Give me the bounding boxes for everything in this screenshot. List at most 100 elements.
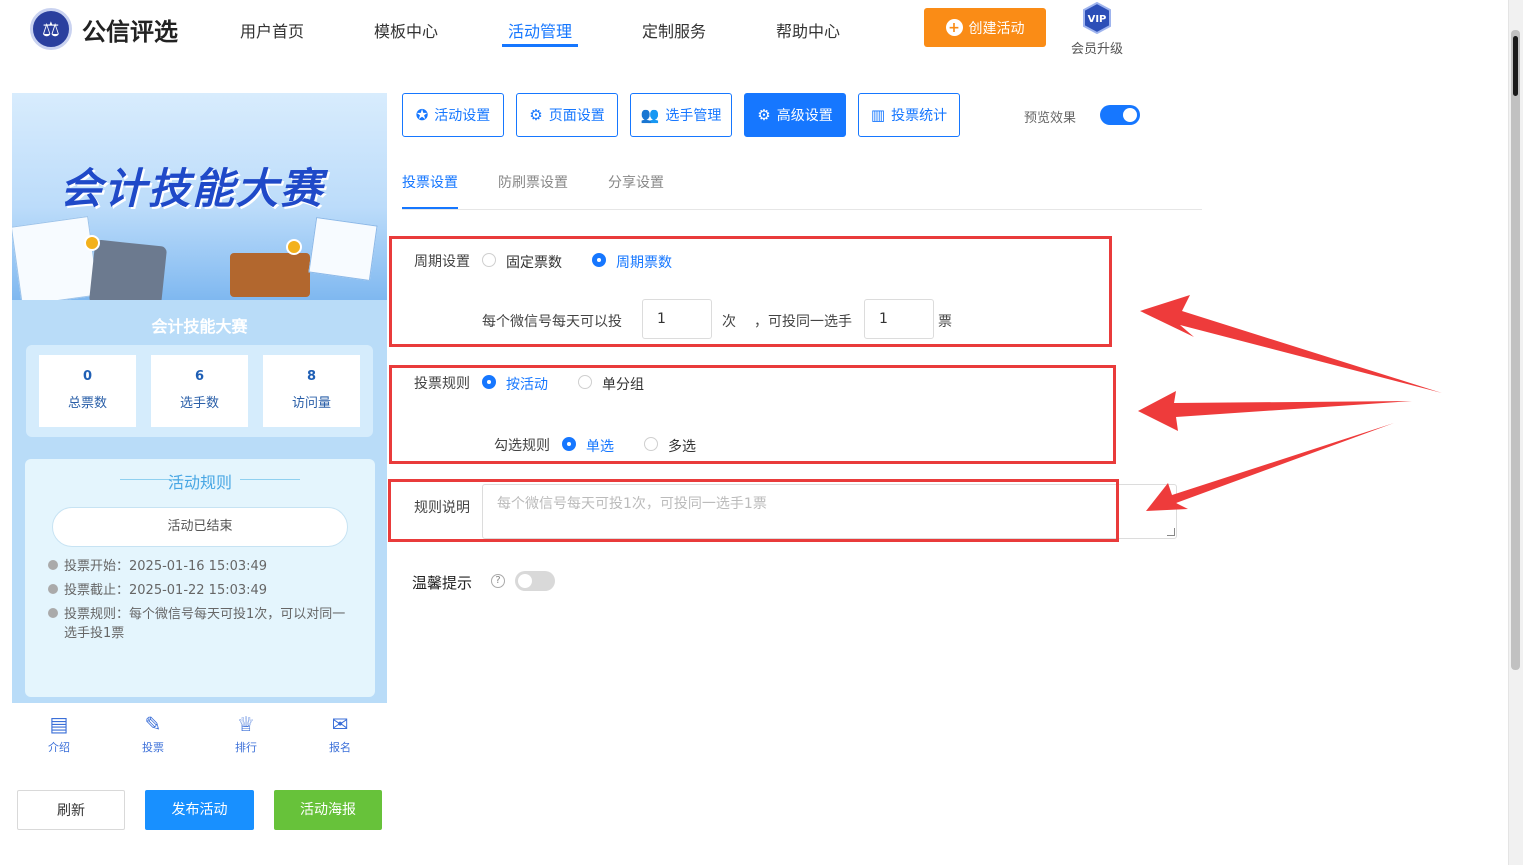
event-name: 会计技能大赛 [151, 317, 248, 336]
coin-illustration [84, 235, 100, 251]
tab-label: 投票 [142, 741, 164, 754]
mobile-preview: 会计技能大赛 会计技能大赛 0 总票数 6 选手数 8 访问量 活动规则 活动已… [12, 93, 387, 703]
rule-text: 投票截止：2025-01-22 15:03:49 [64, 583, 268, 598]
warm-tip-label: 温馨提示 [412, 574, 473, 592]
create-activity-label: 创建活动 [968, 20, 1025, 37]
plus-icon: + [945, 19, 963, 36]
radio-by-activity[interactable] [482, 375, 496, 389]
preview-effect-label: 预览效果 [1024, 111, 1077, 126]
vip-badge-icon[interactable]: VIP [1079, 2, 1115, 34]
stat-value: 0 [82, 369, 93, 384]
vote-rule-label: 投票规则 [414, 376, 470, 392]
nav-item-help-center[interactable]: 帮助中心 [776, 18, 840, 42]
rules-card: 活动规则 活动已结束 投票开始：2025-01-16 15:03:49 投票截止… [25, 459, 375, 697]
stat-total-votes: 0 总票数 [39, 355, 136, 427]
rule-vote-start: 投票开始：2025-01-16 15:03:49 [48, 557, 354, 576]
stat-players: 6 选手数 [151, 355, 248, 427]
tab-ranking[interactable]: ♕ 排行 [226, 713, 266, 755]
divider [240, 479, 300, 480]
help-icon[interactable]: ? [491, 574, 505, 588]
radio-single-group-label[interactable]: 单分组 [602, 374, 644, 394]
nav-item-templates[interactable]: 模板中心 [374, 18, 438, 42]
trophy-icon: ♕ [237, 712, 255, 736]
create-activity-button[interactable]: + 创建活动 [924, 8, 1046, 47]
scales-logo-icon: ⚖ [30, 8, 72, 50]
tool-label: 高级设置 [776, 108, 833, 124]
annotation-box-description [388, 479, 1119, 542]
clock-icon [48, 584, 58, 594]
arrow-icon [1138, 295, 1442, 511]
tab-vote[interactable]: ✎ 投票 [133, 713, 173, 755]
star-icon: ✪ [415, 106, 429, 124]
subtab-divider [402, 209, 1202, 210]
radio-fixed-votes-label[interactable]: 固定票数 [506, 252, 562, 272]
vip-badge-text: VIP [1088, 14, 1107, 25]
stat-visits: 8 访问量 [263, 355, 360, 427]
nav-item-home[interactable]: 用户首页 [240, 18, 304, 42]
radio-single-select-label[interactable]: 单选 [586, 436, 614, 456]
radio-multi-select[interactable] [644, 437, 658, 451]
radio-by-activity-label[interactable]: 按活动 [506, 374, 548, 394]
tab-intro[interactable]: ▤ 介绍 [39, 713, 79, 755]
player-management-button[interactable]: 👥 选手管理 [630, 93, 732, 137]
preview-banner: 会计技能大赛 [12, 93, 387, 300]
tab-label: 排行 [235, 741, 257, 754]
page-settings-button[interactable]: ⚙ 页面设置 [516, 93, 618, 137]
tab-signup[interactable]: ✉ 报名 [320, 713, 360, 755]
brand-logo[interactable]: ⚖ 公信评选 [30, 8, 178, 50]
vote-statistics-button[interactable]: ▥ 投票统计 [858, 93, 960, 137]
bar-chart-icon: ▥ [870, 106, 886, 124]
stat-label: 访问量 [291, 396, 331, 411]
activity-status: 活动已结束 [52, 507, 348, 547]
calculator-illustration [88, 239, 168, 300]
coin-illustration [286, 239, 302, 255]
publish-activity-button[interactable]: 发布活动 [145, 790, 254, 830]
warm-tip-toggle[interactable] [515, 571, 555, 591]
stat-label: 选手数 [179, 396, 219, 411]
banner-title: 会计技能大赛 [60, 164, 325, 213]
refresh-button[interactable]: 刷新 [17, 790, 125, 830]
times-unit: 次 [722, 314, 736, 330]
info-icon [48, 608, 58, 618]
rules-title: 活动规则 [167, 473, 232, 492]
gear-icon: ⚙ [529, 106, 543, 124]
same-player-votes-input[interactable]: 1 [864, 299, 934, 339]
nav-active-underline [502, 44, 578, 47]
advanced-settings-button[interactable]: ⚙ 高级设置 [744, 93, 846, 137]
nav-item-activity-management[interactable]: 活动管理 [508, 18, 572, 42]
settings-list-icon: ⚙ [757, 106, 771, 124]
stat-label: 总票数 [67, 396, 107, 411]
radio-multi-select-label[interactable]: 多选 [668, 436, 696, 456]
radio-cycle-votes-label[interactable]: 周期票数 [616, 252, 672, 272]
radio-single-select[interactable] [562, 437, 576, 451]
scrollbar-thumb[interactable] [1511, 30, 1520, 670]
annotation-arrows [1138, 295, 1442, 511]
votes-per-day-input[interactable]: 1 [642, 299, 712, 339]
radio-fixed-votes[interactable] [482, 253, 496, 267]
tab-vote-settings[interactable]: 投票设置 [402, 172, 458, 192]
signup-icon: ✉ [331, 712, 349, 736]
activity-poster-button[interactable]: 活动海报 [274, 790, 382, 830]
vip-upgrade-label[interactable]: 会员升级 [1071, 38, 1123, 57]
spreadsheet-illustration [12, 215, 100, 300]
preview-effect-toggle[interactable] [1100, 105, 1140, 125]
stats-panel: 0 总票数 6 选手数 8 访问量 [26, 345, 373, 437]
stat-value: 8 [306, 369, 317, 384]
tab-share-settings[interactable]: 分享设置 [608, 172, 664, 192]
users-icon: 👥 [640, 106, 660, 124]
page: ⚖ 公信评选 用户首页 模板中心 活动管理 定制服务 帮助中心 + 创建活动 V… [0, 0, 1523, 865]
tab-label: 报名 [329, 741, 351, 754]
check-rule-label: 勾选规则 [494, 438, 550, 454]
radio-single-group[interactable] [578, 375, 592, 389]
rule-text: 投票规则：每个微信号每天可投1次，可以对同一选手投1票 [64, 607, 346, 641]
tab-anti-cheat-settings[interactable]: 防刷票设置 [498, 172, 568, 192]
rule-vote-end: 投票截止：2025-01-22 15:03:49 [48, 581, 354, 600]
resize-grip-icon[interactable] [1167, 528, 1175, 536]
nav-item-custom-service[interactable]: 定制服务 [642, 18, 706, 42]
radio-cycle-votes[interactable] [592, 253, 606, 267]
vote-icon: ✎ [144, 712, 162, 736]
activity-settings-button[interactable]: ✪ 活动设置 [402, 93, 504, 137]
chart-illustration [308, 216, 378, 282]
clock-icon [48, 560, 58, 570]
preview-tabbar: ▤ 介绍 ✎ 投票 ♕ 排行 ✉ 报名 [12, 705, 387, 760]
